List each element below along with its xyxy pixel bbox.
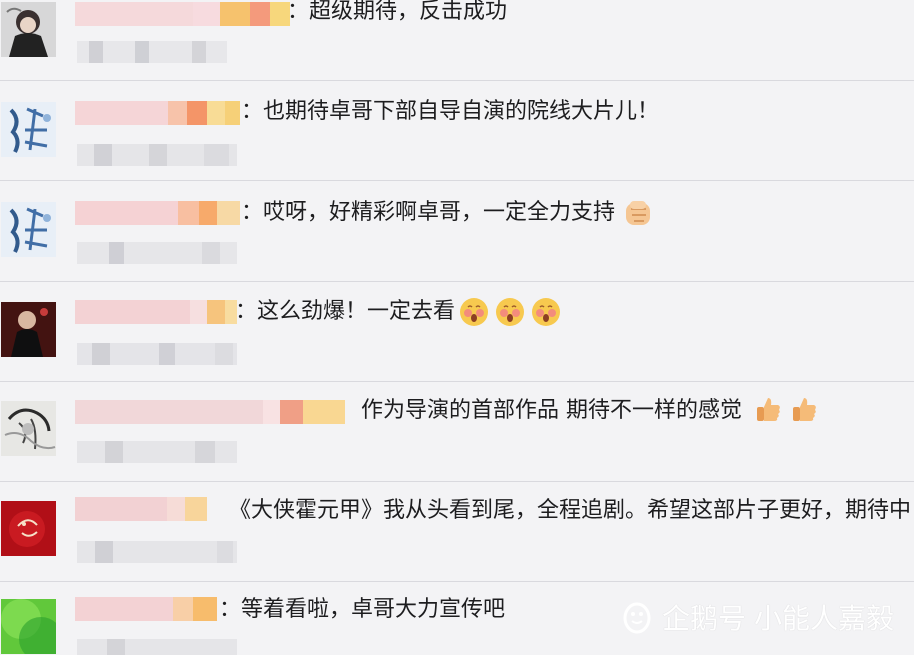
comment-feed: ：超级期待，反击成功 ：也期待卓哥下部自导自演的院线大片儿！ ：哎呀，好精彩啊卓… (0, 0, 914, 655)
fist-emoji-icon (626, 201, 650, 225)
emoji-group (458, 296, 562, 328)
comment-text: ：这么劲爆！一定去看 (235, 299, 456, 324)
comment-row: ：也期待卓哥下部自导自演的院线大片儿！ (0, 81, 914, 181)
username-redacted (75, 101, 240, 125)
username-redacted (75, 300, 237, 324)
avatar[interactable] (1, 2, 56, 57)
flushed-face-emoji-icon (532, 298, 560, 326)
comment-row: 《大侠霍元甲》我从头看到尾，全程追剧。希望这部片子更好，期待中 (0, 482, 914, 582)
flushed-face-emoji-icon (460, 298, 488, 326)
avatar[interactable] (1, 401, 56, 456)
thumbs-up-emoji-icon (757, 398, 780, 421)
comment-row: 作为导演的首部作品 期待不一样的感觉 (0, 382, 914, 482)
timestamp-redacted (77, 441, 237, 463)
comment-text: ：也期待卓哥下部自导自演的院线大片儿！ (241, 99, 660, 124)
comment-text: 作为导演的首部作品 期待不一样的感觉 (361, 398, 742, 423)
comment-text: ：等着看啦，卓哥大力宣传吧 (219, 597, 506, 622)
watermark: 企鹅号 小能人嘉毅 (620, 597, 894, 637)
comment-row: ：超级期待，反击成功 (0, 0, 914, 81)
comment-text: ：哎呀，好精彩啊卓哥，一定全力支持 (241, 200, 616, 225)
comment-row: ：这么劲爆！一定去看 (0, 282, 914, 382)
avatar[interactable] (1, 302, 56, 357)
avatar[interactable] (1, 202, 56, 257)
avatar[interactable] (1, 599, 56, 654)
timestamp-redacted (77, 41, 232, 63)
comment-row: ：哎呀，好精彩啊卓哥，一定全力支持 (0, 181, 914, 282)
emoji-group (622, 197, 654, 229)
timestamp-redacted (77, 242, 237, 264)
comment-text: 《大侠霍元甲》我从头看到尾，全程追剧。希望这部片子更好，期待中 (229, 498, 912, 523)
username-redacted (75, 2, 290, 26)
penguin-logo-icon (623, 602, 651, 634)
avatar[interactable] (1, 102, 56, 157)
username-redacted (75, 400, 345, 424)
timestamp-redacted (77, 541, 237, 563)
thumbs-up-emoji-icon (793, 398, 816, 421)
timestamp-redacted (77, 144, 237, 166)
avatar[interactable] (1, 501, 56, 556)
username-redacted (75, 201, 240, 225)
watermark-brand: 企鹅号 (661, 602, 746, 635)
flushed-face-emoji-icon (496, 298, 524, 326)
timestamp-redacted (77, 343, 237, 365)
timestamp-redacted (77, 639, 237, 655)
comment-text: ：超级期待，反击成功 (287, 0, 508, 24)
watermark-account: 小能人嘉毅 (753, 602, 894, 635)
emoji-group (752, 394, 820, 426)
username-redacted (75, 597, 217, 621)
username-redacted (75, 497, 207, 521)
